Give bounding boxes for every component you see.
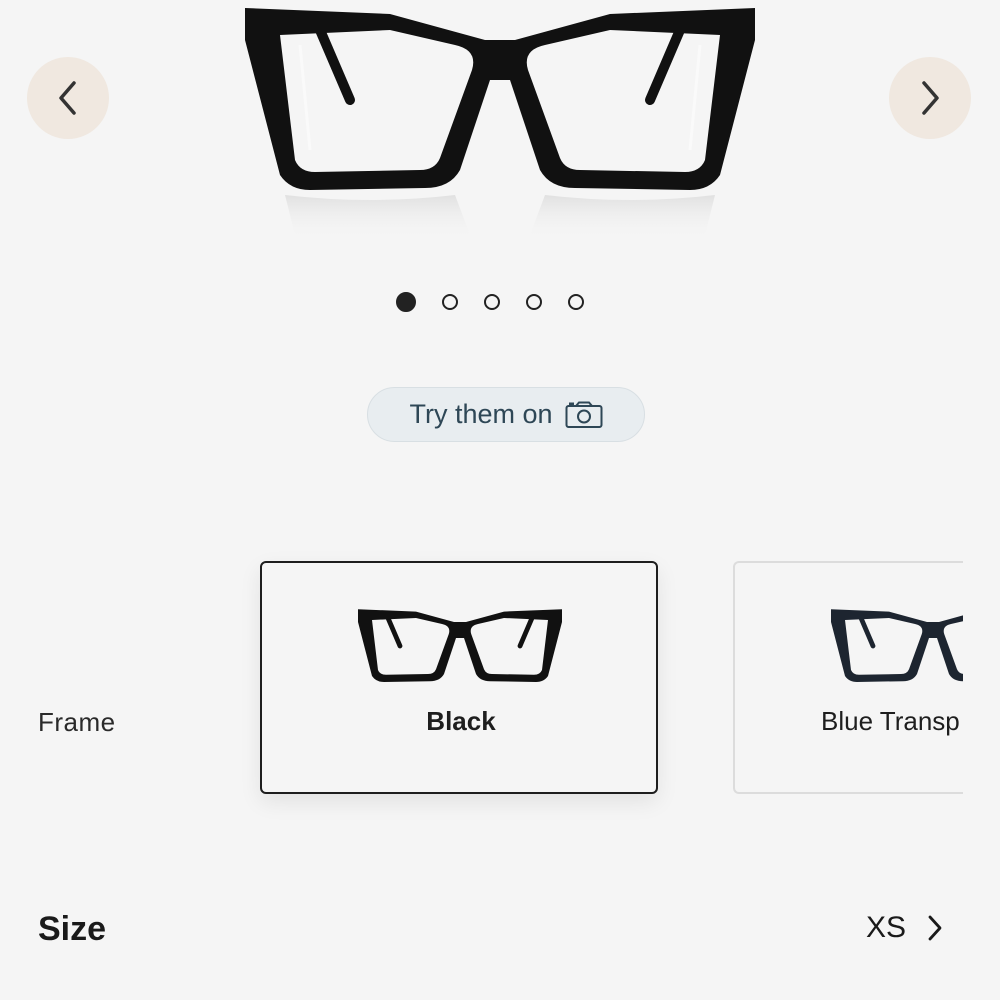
- frame-option-black[interactable]: Black: [260, 561, 658, 794]
- chevron-right-icon: [928, 915, 942, 941]
- carousel-dot[interactable]: [568, 294, 584, 310]
- eyeglasses-blue-thumbnail: [831, 609, 963, 682]
- size-value: XS: [866, 911, 907, 944]
- carousel-dot[interactable]: [484, 294, 500, 310]
- frame-label: Frame: [38, 707, 116, 737]
- carousel-dot[interactable]: [526, 294, 542, 310]
- frame-option-blue-transparent[interactable]: Blue Transp: [733, 561, 963, 794]
- size-selector[interactable]: XS: [866, 911, 944, 945]
- camera-icon: [565, 401, 603, 428]
- carousel-dot[interactable]: [442, 294, 458, 310]
- try-on-button[interactable]: Try them on: [367, 387, 645, 442]
- carousel-next-button[interactable]: [889, 57, 971, 139]
- chevron-left-icon: [59, 81, 76, 115]
- product-image: [240, 0, 760, 250]
- chevron-right-icon: [922, 81, 939, 115]
- eyeglasses-black-image: [245, 8, 755, 240]
- try-on-label: Try them on: [409, 399, 553, 429]
- frame-option-name: Blue Transp: [821, 706, 960, 736]
- size-label: Size: [38, 910, 107, 948]
- frame-option-name: Black: [426, 706, 496, 736]
- carousel-dot[interactable]: [396, 292, 416, 312]
- eyeglasses-black-thumbnail: [358, 609, 562, 682]
- carousel-pagination: [396, 292, 584, 312]
- carousel-prev-button[interactable]: [27, 57, 109, 139]
